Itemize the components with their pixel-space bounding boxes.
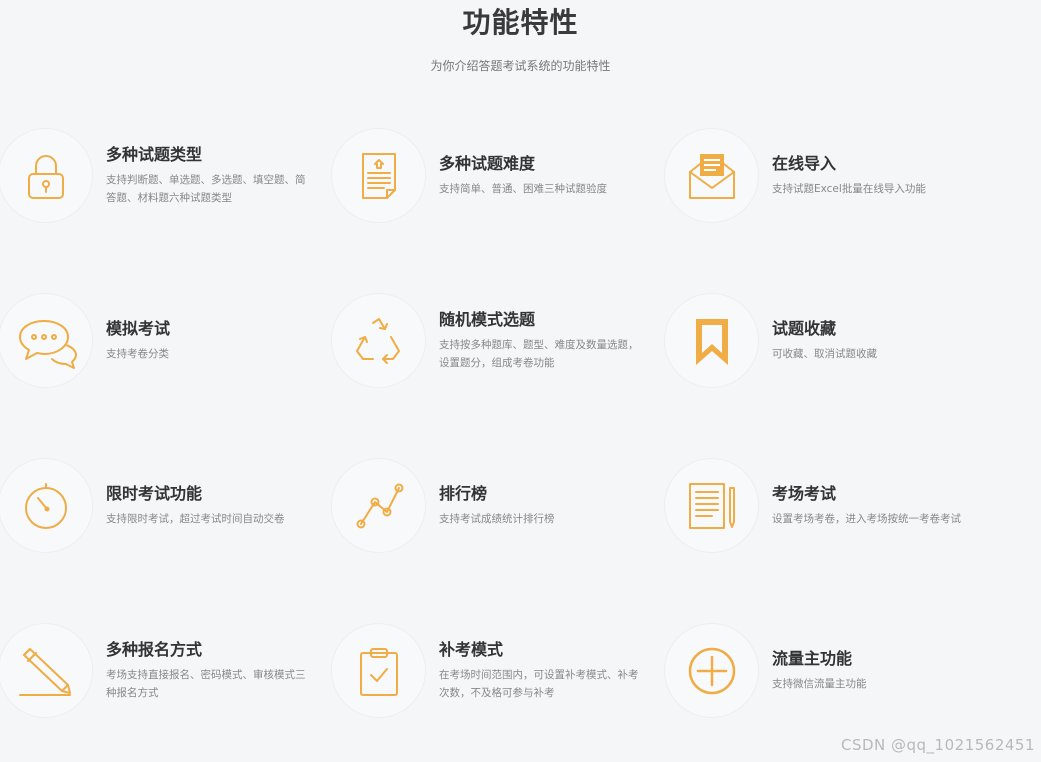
feature-title: 在线导入 — [772, 153, 837, 173]
notepad-pen-icon — [688, 482, 735, 529]
feature-grid: 多种试题类型 支持判断题、单选题、多选题、填空题、简答题、材料题六种试题类型 多… — [0, 128, 1041, 718]
feature-desc: 支持限时考试，超过考试时间自动交卷 — [106, 512, 285, 525]
feature-title: 多种试题难度 — [439, 153, 536, 173]
clipboard-check-icon — [359, 647, 398, 696]
feature-icon-circle — [0, 458, 93, 553]
feature-card-exam-room[interactable]: 考场考试 设置考场考卷，进入考场按统一考卷考试 — [664, 458, 1041, 553]
line-chart-icon — [356, 483, 403, 528]
feature-title: 排行榜 — [439, 483, 488, 503]
feature-desc: 支持考卷分类 — [106, 347, 169, 360]
feature-desc: 支持简单、普通、困难三种试题验度 — [439, 182, 607, 195]
page-title: 功能特性 — [462, 6, 579, 39]
plus-circle-icon — [688, 647, 735, 694]
feature-desc: 考场支持直接报名、密码模式、审核模式三种报名方式 — [106, 668, 306, 699]
feature-title: 多种报名方式 — [106, 639, 203, 659]
timer-icon — [24, 482, 67, 529]
feature-card-mock-exam[interactable]: 模拟考试 支持考卷分类 — [0, 293, 333, 388]
feature-title: 考场考试 — [772, 483, 837, 503]
feature-card-makeup-exam[interactable]: 补考模式 在考场时间范围内，可设置补考模式、补考次数，不及格可参与补考 — [331, 623, 666, 718]
recycle-icon — [355, 317, 400, 364]
feature-icon-circle — [0, 623, 93, 718]
feature-icon-circle — [0, 128, 93, 223]
feature-title: 限时考试功能 — [106, 483, 203, 503]
feature-icon-circle — [331, 128, 426, 223]
feature-title: 补考模式 — [439, 639, 504, 659]
feature-card-timed-exam[interactable]: 限时考试功能 支持限时考试，超过考试时间自动交卷 — [0, 458, 333, 553]
feature-title: 试题收藏 — [772, 318, 837, 338]
feature-desc: 支持试题Excel批量在线导入功能 — [772, 182, 926, 195]
bookmark-icon — [695, 318, 728, 365]
feature-desc: 在考场时间范围内，可设置补考模式、补考次数，不及格可参与补考 — [439, 668, 639, 699]
feature-card-difficulty[interactable]: 多种试题难度 支持简单、普通、困难三种试题验度 — [331, 128, 666, 223]
feature-card-favorites[interactable]: 试题收藏 可收藏、取消试题收藏 — [664, 293, 1041, 388]
feature-desc: 设置考场考卷，进入考场按统一考卷考试 — [772, 512, 961, 525]
feature-card-random-select[interactable]: 随机模式选题 支持按多种题库、题型、难度及数量选题，设置题分，组成考卷功能 — [331, 293, 666, 388]
feature-desc: 支持微信流量主功能 — [772, 677, 867, 690]
feature-icon-circle — [0, 293, 93, 388]
feature-desc: 支持按多种题库、题型、难度及数量选题，设置题分，组成考卷功能 — [439, 338, 639, 369]
section-header: 功能特性 为你介绍答题考试系统的功能特性 — [0, 0, 1041, 74]
feature-title: 模拟考试 — [106, 318, 171, 338]
document-icon — [361, 152, 396, 199]
feature-title: 多种试题类型 — [106, 144, 203, 164]
feature-desc: 支持判断题、单选题、多选题、填空题、简答题、材料题六种试题类型 — [106, 173, 306, 204]
feature-desc: 支持考试成绩统计排行榜 — [439, 512, 555, 525]
envelope-icon — [688, 153, 735, 199]
feature-card-registration[interactable]: 多种报名方式 考场支持直接报名、密码模式、审核模式三种报名方式 — [0, 623, 333, 718]
feature-icon-circle — [664, 128, 759, 223]
feature-card-traffic-master[interactable]: 流量主功能 支持微信流量主功能 — [664, 623, 1041, 718]
feature-icon-circle — [331, 293, 426, 388]
feature-desc: 可收藏、取消试题收藏 — [772, 347, 877, 360]
feature-icon-circle — [664, 293, 759, 388]
feature-card-online-import[interactable]: 在线导入 支持试题Excel批量在线导入功能 — [664, 128, 1041, 223]
feature-card-question-types[interactable]: 多种试题类型 支持判断题、单选题、多选题、填空题、简答题、材料题六种试题类型 — [0, 128, 333, 223]
feature-title: 流量主功能 — [772, 648, 853, 668]
page-subtitle: 为你介绍答题考试系统的功能特性 — [430, 59, 611, 73]
lock-icon — [27, 154, 64, 199]
feature-title: 随机模式选题 — [439, 309, 536, 329]
pencil-icon — [18, 647, 71, 696]
feature-icon-circle — [664, 458, 759, 553]
feature-icon-circle — [664, 623, 759, 718]
feature-icon-circle — [331, 458, 426, 553]
feature-icon-circle — [331, 623, 426, 718]
watermark: CSDN @qq_1021562451 — [840, 736, 1035, 754]
chat-bubbles-icon — [18, 319, 77, 369]
feature-card-leaderboard[interactable]: 排行榜 支持考试成绩统计排行榜 — [331, 458, 666, 553]
